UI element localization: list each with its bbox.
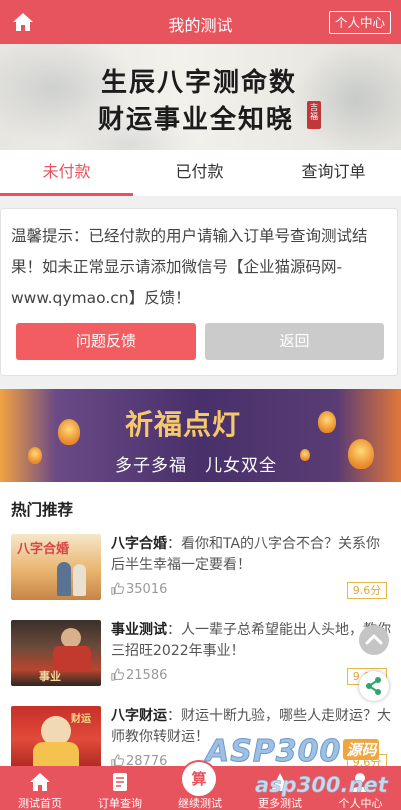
order-icon (113, 773, 127, 791)
center-test-icon: 算 (182, 762, 216, 796)
thumbs-up-icon (111, 668, 124, 681)
user-center-button[interactable]: 个人中心 (328, 11, 391, 34)
center-icon-text: 算 (191, 770, 207, 788)
lantern-decoration (300, 449, 310, 461)
lantern-decoration (58, 419, 80, 445)
item-name: 事业测试 (111, 622, 167, 638)
active-tab-indicator (0, 193, 133, 196)
item-thumbnail: 八字合婚 (11, 534, 101, 600)
nav-order-query[interactable]: 订单查询 (80, 766, 160, 810)
figure-decoration (73, 564, 86, 596)
section-title: 热门推荐 (11, 501, 74, 519)
order-tabs: 未付款 已付款 查询订单 (0, 150, 401, 196)
red-seal-stamp: 吉福 (307, 101, 321, 129)
lamp-banner-title: 祈福点灯 (125, 408, 242, 441)
item-description: 事业测试：人一辈子总希望能出人头地，教你三招旺2022年事业！ (111, 620, 391, 662)
tab-unpaid[interactable]: 未付款 (0, 150, 133, 196)
view-count-value: 21586 (126, 668, 168, 683)
banner-line-1: 生辰八字测命数 (101, 68, 298, 98)
lantern-decoration (348, 439, 374, 469)
watermark-tag: 源码 (343, 739, 380, 760)
item-thumbnail: 事业 (11, 620, 101, 686)
view-count-value: 35016 (126, 582, 168, 597)
share-button[interactable] (359, 671, 389, 701)
back-button[interactable]: 返回 (205, 323, 384, 360)
thumbs-up-icon (111, 582, 124, 595)
lamp-banner-subtitle: 多子多福 儿女双全 (115, 456, 277, 476)
tab-paid[interactable]: 已付款 (133, 150, 266, 196)
view-count: 35016 (111, 582, 167, 597)
chevron-up-icon (365, 634, 383, 645)
nav-label: 订单查询 (98, 797, 142, 810)
hot-recommend-section: 热门推荐 八字合婚 八字合婚：看你和TA的八字合不合？关系你后半生幸福一定要看！… (0, 482, 401, 772)
scroll-top-button[interactable] (359, 625, 389, 655)
top-bar: 我的测试 个人中心 (0, 0, 401, 44)
watermark-logo: ASP300 (205, 734, 342, 770)
tip-text: 温馨提示：已经付款的用户请输入订单号查询测试结果！如未正常显示请添加微信号【企业… (11, 227, 368, 307)
banner-line-2: 财运事业全知晓 (98, 105, 295, 135)
lantern-decoration (28, 447, 42, 464)
nav-label: 个人中心 (338, 797, 383, 810)
watermark-url: asp300.net (255, 773, 388, 798)
tip-card: 温馨提示：已经付款的用户请输入订单号查询测试结果！如未正常显示请添加微信号【企业… (0, 208, 398, 376)
nav-label: 更多测试 (258, 797, 302, 810)
figure-decoration (57, 562, 71, 596)
share-icon (366, 677, 381, 695)
item-thumbnail: 财运 (11, 706, 101, 772)
home-icon (30, 773, 50, 791)
item-description: 八字合婚：看你和TA的八字合不合？关系你后半生幸福一定要看！ (111, 534, 391, 576)
nav-label: 测试首页 (18, 797, 62, 810)
nav-continue-test[interactable]: 算 继续测试 (160, 762, 240, 810)
feedback-button[interactable]: 问题反馈 (16, 323, 196, 360)
list-item[interactable]: 事业 事业测试：人一辈子总希望能出人头地，教你三招旺2022年事业！ 21586… (0, 620, 401, 702)
view-count: 21586 (111, 668, 167, 683)
tab-query-order[interactable]: 查询订单 (266, 150, 401, 196)
fortune-banner[interactable]: 生辰八字测命数 财运事业全知晓 吉福 (0, 44, 401, 150)
score-badge: 9.6分 (347, 582, 387, 599)
site-watermark: ASP300 源码 (205, 734, 380, 770)
lamp-blessing-banner[interactable]: 祈福点灯 多子多福 儿女双全 (0, 389, 401, 482)
nav-label: 继续测试 (178, 797, 222, 810)
list-item[interactable]: 八字合婚 八字合婚：看你和TA的八字合不合？关系你后半生幸福一定要看！ 3501… (0, 534, 401, 616)
figure-decoration (61, 628, 81, 648)
ink-wash-decoration (291, 44, 401, 150)
item-name: 八字合婚 (111, 536, 167, 552)
thumbnail-caption: 财运 (71, 714, 91, 725)
lantern-decoration (318, 411, 336, 433)
item-name: 八字财运 (111, 708, 167, 724)
thumbnail-caption: 事业 (39, 670, 61, 683)
thumbnail-caption: 八字合婚 (17, 542, 70, 557)
nav-test-home[interactable]: 测试首页 (0, 766, 80, 810)
